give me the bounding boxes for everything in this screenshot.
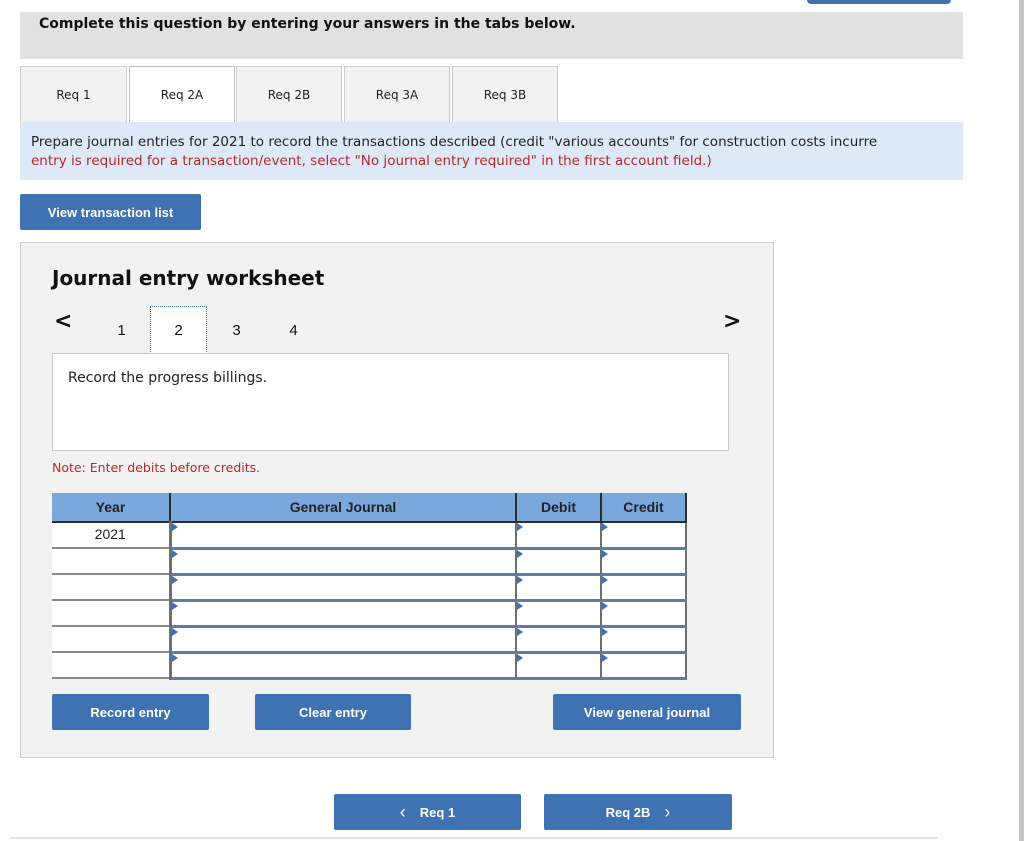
prev-requirement-label: Req 1 — [419, 804, 456, 820]
tab-label: Req 2A — [160, 87, 204, 102]
general-journal-cell — [169, 547, 517, 576]
credit-cell — [600, 521, 687, 550]
table-row — [52, 651, 687, 680]
debit-cell — [515, 651, 602, 680]
year-cell — [52, 574, 172, 601]
credit-input[interactable] — [602, 627, 685, 651]
view-general-journal-button[interactable]: View general journal — [553, 694, 741, 730]
table-header-row: Year General Journal Debit Credit — [52, 493, 687, 523]
credit-cell — [600, 625, 687, 654]
instructions-warning: entry is required for a transaction/even… — [31, 153, 712, 169]
general-journal-input[interactable] — [171, 601, 515, 625]
tab-label: Req 3A — [375, 87, 419, 102]
tab-label: Req 2B — [267, 87, 311, 102]
year-cell: 2021 — [52, 522, 172, 549]
chevron-left-icon: ‹ — [399, 801, 406, 822]
debit-credit-note: Note: Enter debits before credits. — [52, 460, 261, 475]
debit-cell — [515, 573, 602, 602]
instructions-text: Prepare journal entries for 2021 to reco… — [31, 134, 878, 150]
tab-req-3a[interactable]: Req 3A — [344, 66, 450, 122]
credit-cell — [600, 651, 687, 680]
journal-entry-table: Year General Journal Debit Credit 2021 — [52, 493, 687, 680]
top-button-partial[interactable] — [807, 0, 951, 4]
page-2[interactable]: 2 — [150, 306, 207, 354]
general-journal-input[interactable] — [171, 627, 515, 651]
debit-cell — [515, 625, 602, 654]
page-4[interactable]: 4 — [265, 306, 322, 354]
footer-divider — [10, 837, 938, 839]
table-row — [52, 547, 687, 576]
credit-input[interactable] — [602, 549, 685, 573]
next-page-arrow-icon[interactable]: > — [723, 309, 741, 334]
general-journal-cell — [169, 651, 517, 680]
debit-input[interactable] — [517, 653, 600, 677]
credit-cell — [600, 547, 687, 576]
instructions-panel: Prepare journal entries for 2021 to reco… — [20, 122, 963, 180]
next-requirement-label: Req 2B — [605, 804, 651, 820]
record-entry-button[interactable]: Record entry — [52, 694, 209, 730]
scrollbar[interactable] — [1019, 0, 1024, 841]
column-header-general-journal: General Journal — [170, 493, 517, 523]
debit-input[interactable] — [517, 523, 600, 547]
table-row — [52, 625, 687, 654]
column-header-credit: Credit — [601, 493, 687, 523]
tab-req-2a[interactable]: Req 2A — [129, 66, 235, 122]
table-row — [52, 573, 687, 602]
debit-input[interactable] — [517, 601, 600, 625]
tab-req-1[interactable]: Req 1 — [20, 66, 127, 122]
general-journal-input[interactable] — [171, 653, 515, 677]
transaction-description: Record the progress billings. — [52, 353, 729, 451]
year-cell — [52, 600, 172, 627]
credit-input[interactable] — [602, 601, 685, 625]
column-header-year: Year — [52, 493, 171, 523]
general-journal-input[interactable] — [171, 575, 515, 599]
clear-entry-button[interactable]: Clear entry — [255, 694, 411, 730]
credit-input[interactable] — [602, 523, 685, 547]
debit-cell — [515, 599, 602, 628]
column-header-debit: Debit — [516, 493, 602, 523]
view-transaction-list-button[interactable]: View transaction list — [20, 194, 201, 230]
general-journal-cell — [169, 521, 517, 550]
credit-cell — [600, 573, 687, 602]
credit-input[interactable] — [602, 575, 685, 599]
table-row: 2021 — [52, 521, 687, 550]
journal-entry-worksheet: Journal entry worksheet < 1 2 3 4 > Reco… — [20, 242, 774, 758]
chevron-right-icon: › — [664, 801, 671, 822]
credit-input[interactable] — [602, 653, 685, 677]
prev-page-arrow-icon[interactable]: < — [54, 309, 72, 334]
page-3[interactable]: 3 — [208, 306, 265, 354]
tab-req-2b[interactable]: Req 2B — [236, 66, 342, 122]
year-cell — [52, 548, 172, 575]
tab-label: Req 1 — [56, 87, 91, 102]
next-requirement-button[interactable]: Req 2B › — [544, 794, 732, 830]
debit-input[interactable] — [517, 575, 600, 599]
page-1[interactable]: 1 — [93, 306, 150, 354]
worksheet-title: Journal entry worksheet — [52, 266, 325, 290]
debit-input[interactable] — [517, 549, 600, 573]
table-row — [52, 599, 687, 628]
credit-cell — [600, 599, 687, 628]
general-journal-input[interactable] — [171, 549, 515, 573]
year-cell — [52, 626, 172, 653]
question-header: Complete this question by entering your … — [20, 12, 963, 59]
debit-input[interactable] — [517, 627, 600, 651]
tab-label: Req 3B — [483, 87, 527, 102]
debit-cell — [515, 547, 602, 576]
general-journal-cell — [169, 625, 517, 654]
tab-req-3b[interactable]: Req 3B — [452, 66, 558, 122]
header-title: Complete this question by entering your … — [39, 16, 576, 32]
description-text: Record the progress billings. — [68, 370, 268, 386]
prev-requirement-button[interactable]: ‹ Req 1 — [334, 794, 521, 830]
year-cell — [52, 652, 172, 679]
general-journal-input[interactable] — [171, 523, 515, 547]
debit-cell — [515, 521, 602, 550]
general-journal-cell — [169, 599, 517, 628]
general-journal-cell — [169, 573, 517, 602]
